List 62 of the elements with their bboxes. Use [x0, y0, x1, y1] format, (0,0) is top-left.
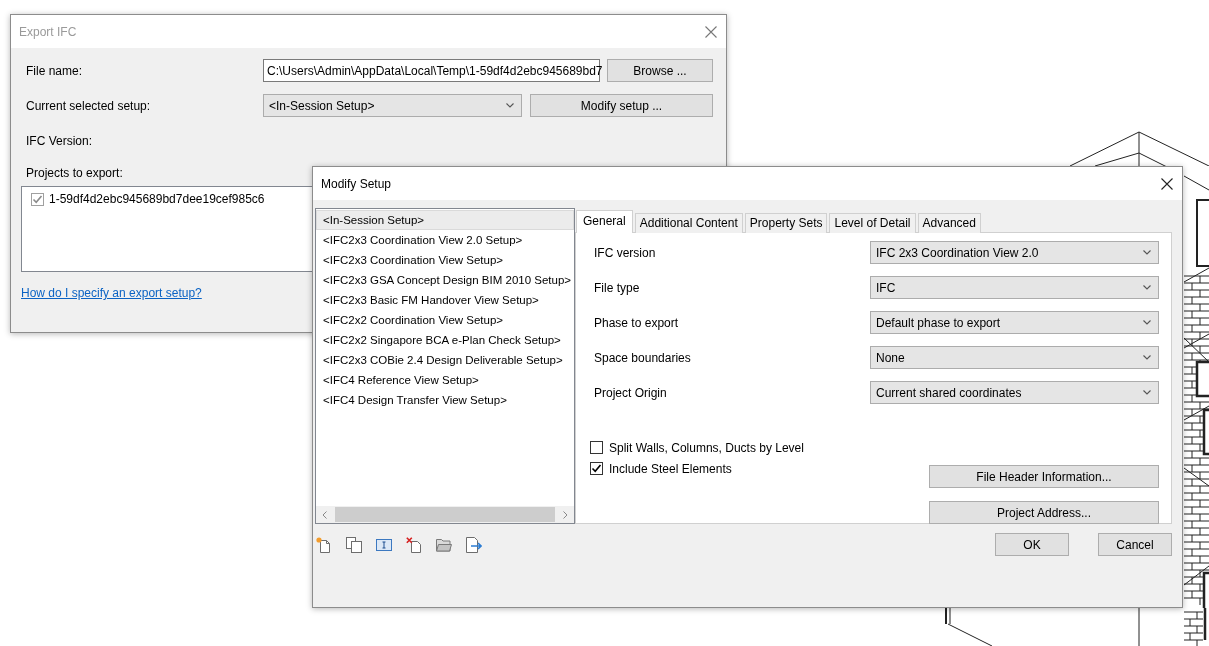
chevron-down-icon — [1143, 320, 1151, 325]
checkbox-label: Split Walls, Columns, Ducts by Level — [609, 440, 804, 455]
setup-list-item[interactable]: <IFC2x3 Basic FM Handover View Setup> — [316, 290, 574, 310]
project-address-button[interactable]: Project Address... — [929, 501, 1159, 524]
window-title: Export IFC — [19, 24, 78, 39]
dropdown[interactable]: IFC 2x3 Coordination View 2.0 — [870, 241, 1159, 264]
project-name: 1-59df4d2ebc945689bd7dee19cef985c6 — [49, 192, 265, 206]
copy-icon[interactable] — [346, 536, 362, 553]
field-label: Phase to export — [594, 315, 680, 330]
horizontal-scrollbar[interactable] — [316, 506, 574, 523]
close-icon[interactable] — [1161, 177, 1173, 190]
field-label: Current selected setup: — [26, 98, 152, 113]
chevron-down-icon — [506, 103, 514, 108]
setup-list-item[interactable]: <In-Session Setup> — [316, 210, 574, 230]
field-label: IFC Version: — [26, 133, 93, 150]
tab[interactable]: Level of Detail — [829, 213, 916, 233]
ok-button[interactable]: OK — [995, 533, 1069, 556]
delete-document-icon[interactable] — [406, 536, 422, 553]
setup-list-item[interactable]: <IFC4 Reference View Setup> — [316, 370, 574, 390]
chevron-down-icon — [1143, 355, 1151, 360]
folder-icon[interactable] — [436, 536, 452, 553]
tab[interactable]: General — [576, 210, 633, 233]
browse-button[interactable]: Browse ... — [607, 59, 713, 82]
tab[interactable]: Property Sets — [744, 213, 828, 233]
setup-list-item[interactable]: <IFC2x3 GSA Concept Design BIM 2010 Setup> — [316, 270, 574, 290]
text-cursor-icon[interactable] — [376, 536, 392, 553]
dropdown[interactable]: Default phase to export — [870, 311, 1159, 334]
modify-setup-button[interactable]: Modify setup ... — [530, 94, 713, 117]
checkbox[interactable] — [590, 462, 603, 475]
window-title: Modify Setup — [321, 176, 393, 191]
field-label: Projects to export: — [26, 165, 123, 181]
scrollbar-thumb[interactable] — [335, 507, 555, 522]
setup-list-item[interactable]: <IFC4 Design Transfer View Setup> — [316, 390, 574, 410]
new-document-icon[interactable] — [316, 536, 332, 553]
setup-list-item[interactable]: <IFC2x2 Singapore BCA e-Plan Check Setup> — [316, 330, 574, 350]
checkbox-label: Include Steel Elements — [609, 461, 732, 476]
dropdown[interactable]: IFC — [870, 276, 1159, 299]
tab[interactable]: Additional Content — [634, 213, 743, 233]
setup-list-item[interactable]: <IFC2x3 Coordination View Setup> — [316, 250, 574, 270]
cancel-button[interactable]: Cancel — [1098, 533, 1172, 556]
field-label: File type — [594, 280, 641, 295]
setup-list-item[interactable]: <IFC2x2 Coordination View Setup> — [316, 310, 574, 330]
chevron-down-icon — [1143, 390, 1151, 395]
document-arrow-icon[interactable] — [466, 536, 482, 553]
dropdown[interactable]: None — [870, 346, 1159, 369]
chevron-down-icon — [1143, 250, 1151, 255]
setup-list-item[interactable]: <IFC2x3 Coordination View 2.0 Setup> — [316, 230, 574, 250]
chevron-right-icon[interactable] — [563, 510, 568, 519]
field-label: IFC version — [594, 245, 657, 260]
tab[interactable]: Advanced — [917, 213, 981, 233]
file-header-button[interactable]: File Header Information... — [929, 465, 1159, 488]
chevron-left-icon[interactable] — [322, 510, 327, 519]
checkbox[interactable] — [590, 441, 603, 454]
field-label: Space boundaries — [594, 350, 692, 365]
chevron-down-icon — [1143, 285, 1151, 290]
setup-list-item[interactable]: <IFC2x3 COBie 2.4 Design Deliverable Setup> — [316, 350, 574, 370]
file-name-field[interactable]: C:\Users\Admin\AppData\Local\Temp\1-59df4d2ebc945689bd7 — [263, 59, 600, 82]
setup-dropdown[interactable]: <In-Session Setup> — [263, 94, 522, 117]
help-link[interactable]: How do I specify an export setup? — [21, 285, 202, 301]
field-label: File name: — [26, 63, 84, 78]
field-label: Project Origin — [594, 385, 668, 400]
dropdown[interactable]: Current shared coordinates — [870, 381, 1159, 404]
